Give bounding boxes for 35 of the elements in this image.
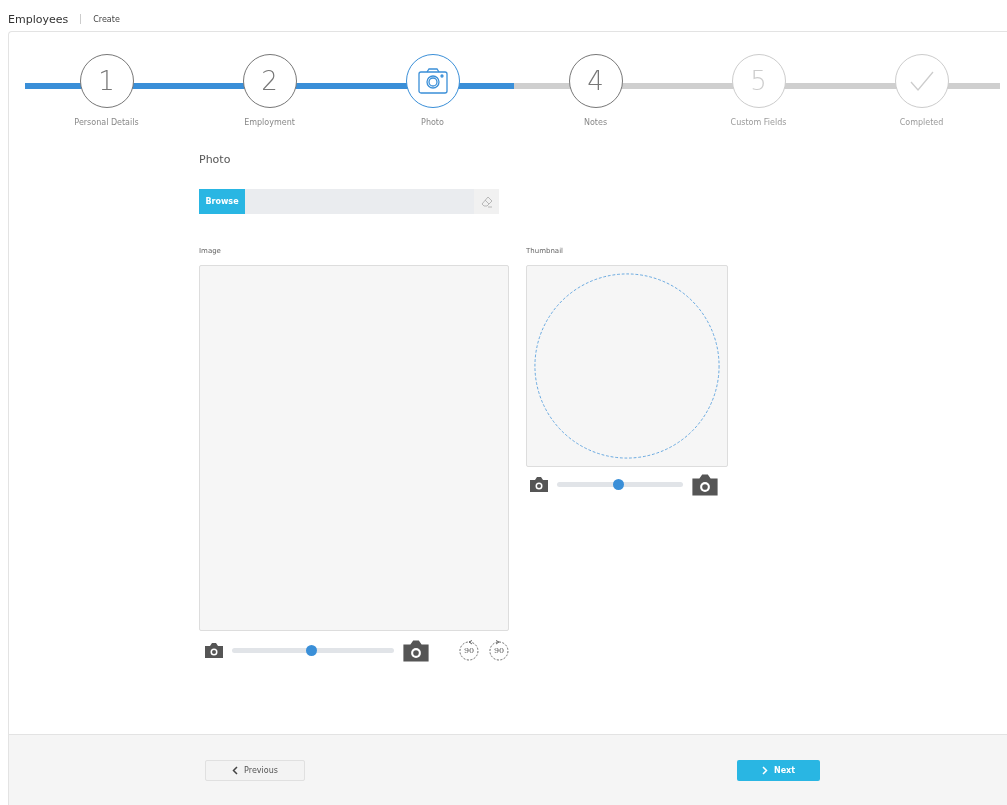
camera-large-icon [402, 639, 430, 663]
slider-thumb[interactable] [613, 479, 625, 491]
step-label: Custom Fields [730, 118, 787, 127]
step-circle[interactable]: 4 [568, 54, 623, 108]
zoom-slider[interactable] [557, 482, 683, 488]
step-label: Notes [583, 118, 608, 127]
step-circle[interactable] [405, 54, 460, 108]
section-title: Photo [199, 153, 232, 166]
previous-button[interactable]: Previous [205, 759, 305, 781]
camera-small-icon [204, 642, 224, 660]
step-label: Employment [244, 118, 295, 127]
next-button[interactable]: Next [737, 759, 820, 781]
browse-button[interactable]: Browse [199, 189, 245, 214]
step-label: Photo [421, 118, 444, 127]
step-circle[interactable]: 2 [242, 54, 297, 108]
step-circle[interactable]: 1 [79, 54, 134, 108]
breadcrumb-current: Create [93, 14, 120, 24]
zoom-slider[interactable] [232, 648, 394, 654]
chevron-right-icon [761, 765, 768, 775]
step-number: 1 [98, 66, 115, 96]
file-field[interactable]: Browse [199, 189, 499, 214]
step-number: 4 [587, 66, 604, 96]
page-title: Employees [8, 12, 69, 26]
chevron-left-icon [232, 765, 239, 775]
step-label: Completed [899, 118, 944, 127]
slider-thumb[interactable] [305, 645, 317, 657]
check-icon [908, 70, 935, 92]
eraser-icon[interactable] [480, 195, 493, 208]
step-number: 2 [261, 66, 278, 96]
camera-large-icon [691, 473, 719, 497]
rotate-left-button[interactable]: 90 [458, 639, 480, 662]
camera-icon [417, 68, 448, 94]
step-label: Personal Details [74, 118, 139, 127]
rotate-right-button[interactable]: 90 [488, 639, 510, 662]
camera-small-icon [529, 476, 549, 494]
